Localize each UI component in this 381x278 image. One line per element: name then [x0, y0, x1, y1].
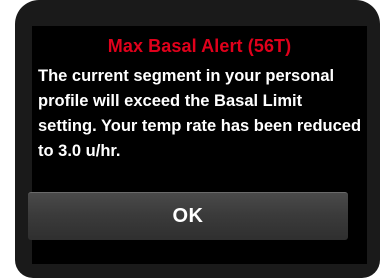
alert-title: Max Basal Alert (56T) [107, 36, 292, 56]
alert-message: The current segment in your personal pro… [38, 67, 362, 160]
ok-button[interactable]: OK [28, 192, 348, 240]
